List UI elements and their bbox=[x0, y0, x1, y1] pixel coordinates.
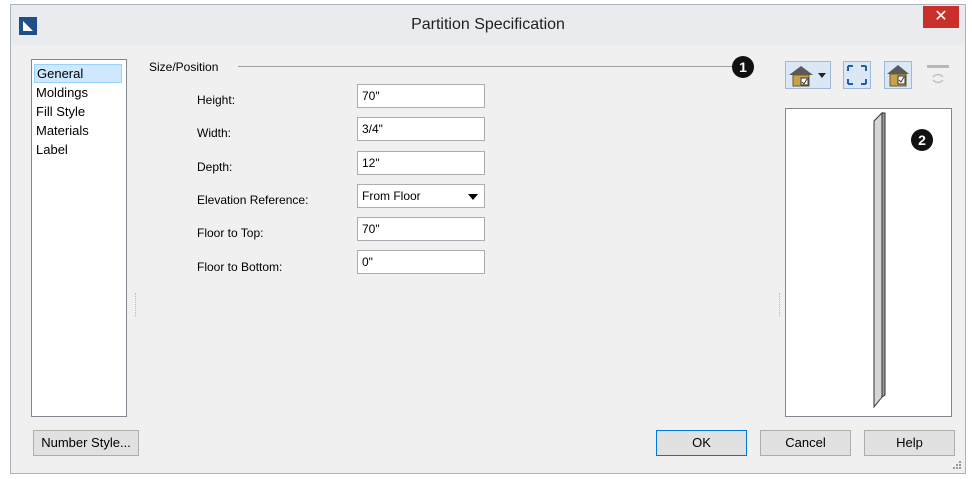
right-splitter[interactable] bbox=[779, 293, 781, 317]
nav-item-general[interactable]: General bbox=[34, 64, 122, 83]
partition-preview-image bbox=[873, 111, 886, 409]
help-button[interactable]: Help bbox=[864, 430, 955, 456]
title-bar[interactable]: Partition Specification ✕ bbox=[11, 5, 965, 45]
floor-to-top-input[interactable] bbox=[357, 217, 485, 241]
close-icon[interactable]: ✕ bbox=[934, 8, 947, 25]
nav-item-label[interactable]: Label bbox=[34, 140, 122, 159]
cancel-button[interactable]: Cancel bbox=[760, 430, 851, 456]
left-splitter[interactable] bbox=[135, 293, 137, 317]
depth-label: Depth: bbox=[197, 160, 233, 174]
chevron-down-icon bbox=[468, 194, 478, 200]
nav-item-moldings[interactable]: Moldings bbox=[34, 83, 122, 102]
floor-to-bottom-input[interactable] bbox=[357, 250, 485, 274]
elevation-reference-label: Elevation Reference: bbox=[197, 193, 309, 207]
nav-item-materials[interactable]: Materials bbox=[34, 121, 122, 140]
width-label: Width: bbox=[197, 126, 232, 140]
callout-2: 2 bbox=[911, 129, 933, 151]
category-list: General Moldings Fill Style Materials La… bbox=[31, 59, 127, 417]
floor-to-bottom-label: Floor to Bottom: bbox=[197, 260, 283, 274]
callout-1: 1 bbox=[732, 56, 754, 78]
camera-view-icon[interactable] bbox=[884, 61, 912, 89]
size-position-group-title: Size/Position bbox=[149, 60, 219, 74]
resize-grip-icon[interactable] bbox=[951, 459, 961, 469]
group-divider bbox=[238, 66, 732, 67]
depth-input[interactable] bbox=[357, 151, 485, 175]
width-input[interactable] bbox=[357, 117, 485, 141]
nav-item-fill-style[interactable]: Fill Style bbox=[34, 102, 122, 121]
ok-button[interactable]: OK bbox=[656, 430, 747, 456]
rotate-icon[interactable] bbox=[925, 61, 951, 89]
elevation-reference-value: From Floor bbox=[362, 189, 421, 203]
fill-window-icon[interactable] bbox=[843, 61, 871, 89]
number-style-button[interactable]: Number Style... bbox=[33, 430, 139, 456]
elevation-reference-select[interactable]: From Floor bbox=[357, 184, 485, 208]
preview-panel[interactable]: 2 bbox=[785, 108, 952, 417]
window-title: Partition Specification bbox=[411, 16, 565, 33]
close-button[interactable]: ✕ bbox=[923, 6, 959, 28]
height-label: Height: bbox=[197, 93, 236, 107]
floor-to-top-label: Floor to Top: bbox=[197, 226, 264, 240]
height-input[interactable] bbox=[357, 84, 485, 108]
dialog-window: Partition Specification ✕ General Moldin… bbox=[10, 4, 966, 474]
view-house-icon[interactable] bbox=[785, 61, 831, 89]
